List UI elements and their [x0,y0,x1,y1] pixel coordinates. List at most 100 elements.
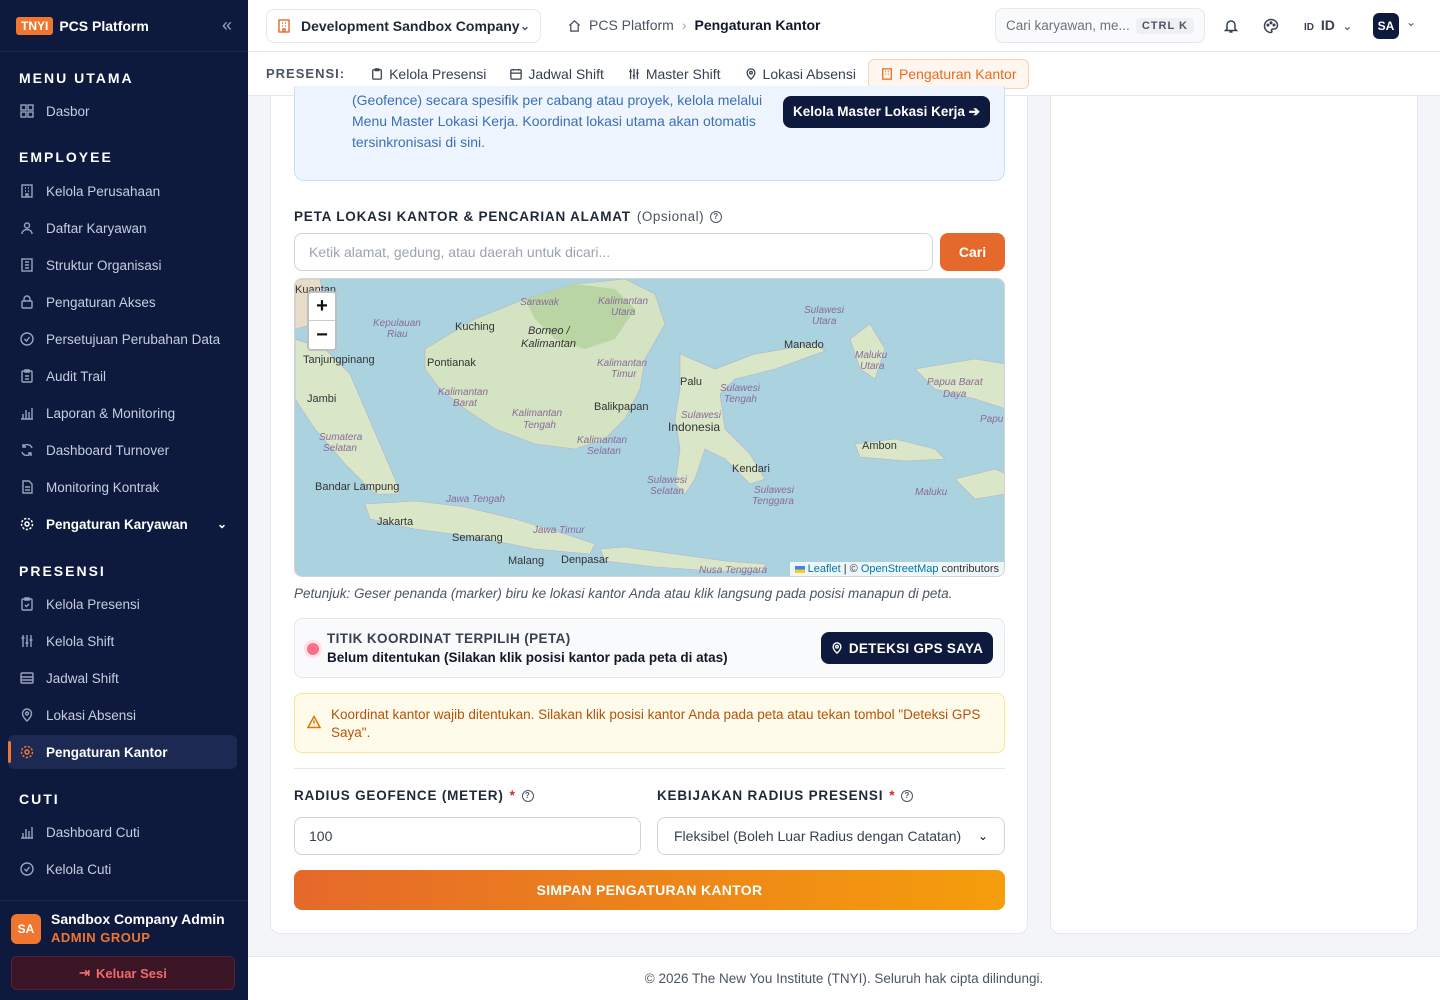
info-box: (Geofence) secara spesifik per cabang at… [294,86,1005,181]
coordinate-value: Belum ditentukan (Silakan klik posisi ka… [327,650,728,665]
search-address-button[interactable]: Cari [940,233,1005,271]
sidebar-item-label: Monitoring Kontrak [46,479,160,495]
logout-button[interactable]: ⇥ Keluar Sesi [11,956,235,990]
svg-text:Utara: Utara [611,307,636,318]
svg-text:Jawa Tengah: Jawa Tengah [445,494,506,505]
tabbar-label: PRESENSI: [266,66,346,81]
map-hint: Petunjuk: Geser penanda (marker) biru ke… [294,586,953,601]
sidebar-item-audit-trail[interactable]: Audit Trail [8,359,237,393]
policy-label: KEBIJAKAN RADIUS PRESENSI * ? [657,788,914,803]
svg-text:Denpasar: Denpasar [561,554,609,566]
office-location-map[interactable]: Kuantan Kuching Pontianak Tanjungpinang … [294,278,1005,577]
svg-text:Jakarta: Jakarta [377,516,414,528]
org-icon [19,257,35,273]
leaflet-link[interactable]: Leaflet [808,563,841,575]
table-icon [19,670,35,686]
clipboard-check-icon [19,596,35,612]
tab-lokasi-absensi[interactable]: Lokasi Absensi [733,59,868,89]
address-search-input[interactable]: Ketik alamat, gedung, atau daerah untuk … [294,233,933,271]
chevron-down-icon[interactable]: ⌄ [1406,15,1416,29]
svg-text:Tengah: Tengah [724,394,757,405]
svg-text:Selatan: Selatan [323,443,357,454]
logout-label: Keluar Sesi [96,965,167,981]
sidebar-item-pengaturan-akses[interactable]: Pengaturan Akses [8,285,237,319]
bell-icon[interactable] [1221,16,1241,36]
help-icon[interactable]: ? [710,210,723,223]
svg-text:Kalimantan: Kalimantan [577,435,627,446]
collapse-sidebar-icon[interactable]: « [222,15,232,36]
sidebar-item-laporan[interactable]: Laporan & Monitoring [8,396,237,430]
tab-label: Pengaturan Kantor [898,65,1017,82]
sidebar-item-label: Jadwal Shift [46,670,119,686]
sidebar-item-label: Dashboard Cuti [46,824,140,840]
tab-jadwal-shift[interactable]: Jadwal Shift [498,59,615,89]
svg-text:Barat: Barat [453,398,478,409]
language-select[interactable]: ID ID ⌄ [1304,17,1352,33]
grid-icon [19,103,35,119]
help-icon[interactable]: ? [901,789,914,802]
document-icon [19,479,35,495]
svg-text:Semarang: Semarang [452,532,503,544]
sidebar-item-kelola-presensi[interactable]: Kelola Presensi [8,587,237,621]
global-search-input[interactable]: Cari karyawan, me... CTRL K [995,8,1205,43]
footer: © 2026 The New You Institute (TNYI). Sel… [248,956,1440,1000]
sidebar-item-pengaturan-karyawan[interactable]: Pengaturan Karyawan ⌄ [8,507,237,541]
sidebar-item-dashboard-cuti[interactable]: Dashboard Cuti [8,815,237,849]
osm-link[interactable]: OpenStreetMap [861,563,939,575]
radius-input[interactable]: 100 [294,817,641,855]
info-text: (Geofence) secara spesifik per cabang at… [352,92,763,150]
detect-gps-button[interactable]: DETEKSI GPS SAYA [821,632,993,664]
zoom-out-button[interactable]: − [309,321,335,349]
refresh-icon [19,442,35,458]
sidebar-item-persetujuan[interactable]: Persetujuan Perubahan Data [8,322,237,356]
brand-name: PCS Platform [59,17,149,34]
radius-value: 100 [309,828,333,844]
check-circle-icon [19,861,35,877]
calendar-icon [510,68,523,80]
tab-pengaturan-kantor[interactable]: Pengaturan Kantor [867,58,1030,89]
sidebar-item-lokasi-absensi[interactable]: Lokasi Absensi [8,698,237,732]
sidebar-item-kelola-perusahaan[interactable]: Kelola Perusahaan [8,174,237,208]
breadcrumb-current: Pengaturan Kantor [694,17,821,33]
breadcrumb-root[interactable]: PCS Platform [589,17,674,33]
sidebar-item-pengaturan-kantor[interactable]: Pengaturan Kantor [8,735,237,769]
address-search-placeholder: Ketik alamat, gedung, atau daerah untuk … [309,244,611,260]
home-icon[interactable] [568,19,581,32]
section-employee: EMPLOYEE [19,149,113,165]
company-select[interactable]: Development Sandbox Company ⌄ [266,9,541,43]
top-header: Development Sandbox Company ⌄ PCS Platfo… [248,0,1440,52]
sidebar-item-kelola-cuti[interactable]: Kelola Cuti [8,852,237,886]
side-panel [1050,96,1418,934]
user-panel: SA Sandbox Company Admin ADMIN GROUP ⇥ K… [0,900,248,1000]
manage-master-location-button[interactable]: Kelola Master Lokasi Kerja ➔ [783,96,990,128]
user-avatar-button[interactable]: SA [1373,13,1399,39]
section-cuti: CUTI [19,791,60,807]
save-office-settings-button[interactable]: SIMPAN PENGATURAN KANTOR [294,870,1005,910]
sidebar-item-dasbor[interactable]: Dasbor [8,94,237,128]
user-group: ADMIN GROUP [51,930,151,945]
svg-text:Kuching: Kuching [455,321,495,333]
building-icon [277,19,291,33]
sidebar-item-dashboard-turnover[interactable]: Dashboard Turnover [8,433,237,467]
sidebar-item-daftar-karyawan[interactable]: Daftar Karyawan [8,211,237,245]
help-icon[interactable]: ? [521,789,534,802]
tab-master-shift[interactable]: Master Shift [616,59,733,89]
sidebar-item-struktur-organisasi[interactable]: Struktur Organisasi [8,248,237,282]
gear-icon [19,744,35,760]
svg-text:Utara: Utara [860,361,885,372]
tab-kelola-presensi[interactable]: Kelola Presensi [359,59,498,89]
sidebar-item-monitoring-kontrak[interactable]: Monitoring Kontrak [8,470,237,504]
sidebar-item-label: Struktur Organisasi [46,257,162,273]
search-placeholder: Cari karyawan, me... [1006,18,1130,33]
sidebar-item-kelola-shift[interactable]: Kelola Shift [8,624,237,658]
map-pin-icon [745,67,757,80]
palette-icon[interactable] [1261,16,1281,36]
svg-text:Sumatera: Sumatera [319,432,363,443]
zoom-in-button[interactable]: + [309,293,335,321]
policy-select[interactable]: Fleksibel (Boleh Luar Radius dengan Cata… [657,817,1005,855]
lock-icon [19,294,35,310]
map-tiles: Kuantan Kuching Pontianak Tanjungpinang … [295,279,1004,576]
sidebar-item-jadwal-shift[interactable]: Jadwal Shift [8,661,237,695]
svg-text:Sarawak: Sarawak [520,297,560,308]
svg-text:Papu: Papu [980,414,1004,425]
